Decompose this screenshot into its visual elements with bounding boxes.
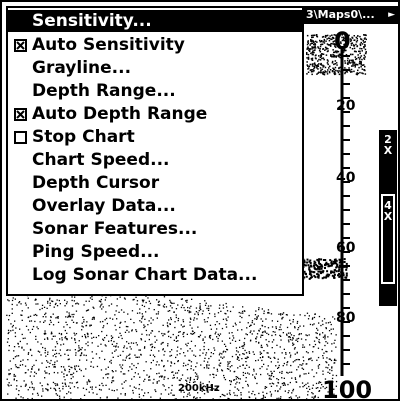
depth-label-60: 60 xyxy=(336,240,356,256)
map-path-text: 3\Maps0\... xyxy=(306,8,375,21)
depth-label-40: 40 xyxy=(336,170,356,186)
menu-item-auto-depth-range[interactable]: Auto Depth Range xyxy=(8,103,302,125)
menu-item-sensitivity[interactable]: Sensitivity... xyxy=(8,10,302,32)
menu-item-depth-range[interactable]: Depth Range... xyxy=(8,80,302,102)
checkbox-checked-icon[interactable] xyxy=(14,108,27,121)
sonar-screen: 3\Maps0\... ► 0 20 40 60 80 100 200kHz 2… xyxy=(0,0,400,401)
depth-label-80: 80 xyxy=(336,310,356,326)
menu-item-log-sonar-chart-data[interactable]: Log Sonar Chart Data... xyxy=(8,264,302,286)
depth-label-20: 20 xyxy=(336,98,356,114)
checkbox-unchecked-icon[interactable] xyxy=(14,131,27,144)
menu-item-sonar-features[interactable]: Sonar Features... xyxy=(8,218,302,240)
zoom-2x-label: 2 X xyxy=(383,133,393,157)
checkbox-checked-icon[interactable] xyxy=(14,39,27,52)
menu-item-stop-chart[interactable]: Stop Chart xyxy=(8,126,302,148)
menu-item-auto-sensitivity[interactable]: Auto Sensitivity xyxy=(8,34,302,56)
menu-item-depth-cursor[interactable]: Depth Cursor xyxy=(8,172,302,194)
sonar-menu: Sensitivity... Auto Sensitivity Grayline… xyxy=(6,6,304,296)
map-path-bar: 3\Maps0\... ► xyxy=(302,6,398,24)
depth-label-100: 100 xyxy=(322,376,373,401)
right-arrow-icon: ► xyxy=(388,10,395,20)
zoom-4x-label: 4 X xyxy=(383,199,393,223)
frequency-label: 200kHz xyxy=(178,383,220,394)
menu-item-overlay-data[interactable]: Overlay Data... xyxy=(8,195,302,217)
zoom-bar[interactable]: 2 X 4 X xyxy=(379,130,397,306)
depth-label-0: 0 xyxy=(334,27,351,55)
menu-item-chart-speed[interactable]: Chart Speed... xyxy=(8,149,302,171)
menu-item-ping-speed[interactable]: Ping Speed... xyxy=(8,241,302,263)
menu-item-grayline[interactable]: Grayline... xyxy=(8,57,302,79)
zoom-4x-window[interactable]: 4 X xyxy=(381,194,395,284)
